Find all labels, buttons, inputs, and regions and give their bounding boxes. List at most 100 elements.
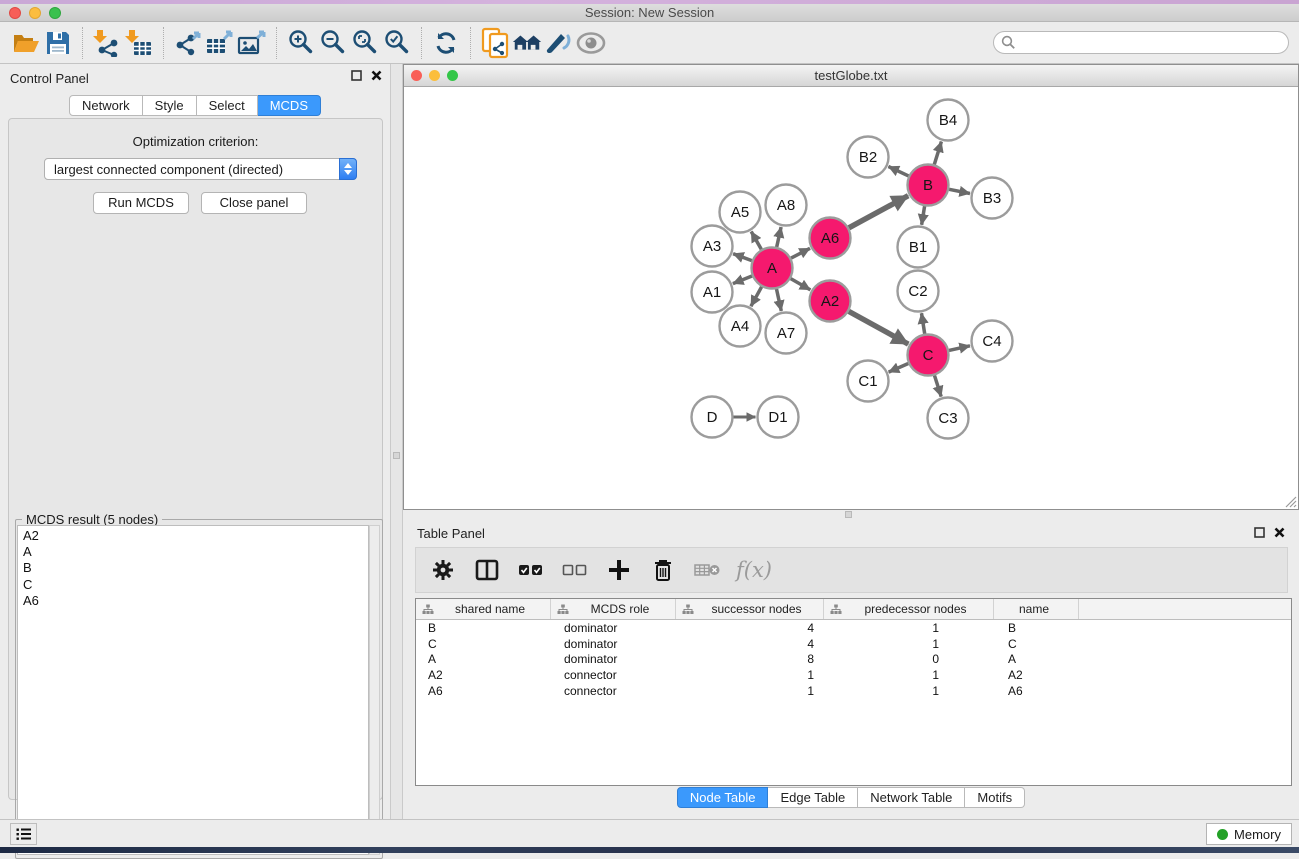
edge-A-A2[interactable] [791,279,811,290]
resize-grip-icon[interactable] [1285,496,1297,508]
column-header-shared-name[interactable]: shared name [416,599,551,619]
node-C2[interactable]: C2 [898,271,939,312]
splitter-handle[interactable] [845,511,852,518]
task-history-button[interactable] [10,823,37,845]
cell-predecessor-nodes[interactable]: 1 [824,684,994,698]
export-image-icon[interactable] [236,27,268,59]
cell-shared-name[interactable]: A6 [416,684,551,698]
float-panel-icon[interactable] [1254,527,1265,538]
table-row[interactable]: Bdominator41B [416,620,1291,636]
result-item-c[interactable]: C [18,577,368,593]
zoom-fit-icon[interactable] [349,27,381,59]
cell-successor-nodes[interactable]: 1 [676,684,824,698]
unselect-all-icon[interactable] [558,553,592,587]
refresh-icon[interactable] [430,27,462,59]
cell-successor-nodes[interactable]: 1 [676,668,824,682]
vertical-splitter[interactable] [390,64,403,819]
node-D1[interactable]: D1 [758,397,799,438]
node-C1[interactable]: C1 [848,361,889,402]
edge-C-C2[interactable] [922,313,925,334]
columns-icon[interactable] [470,553,504,587]
result-item-a2[interactable]: A2 [18,528,368,544]
cell-name[interactable]: B [994,621,1079,635]
cell-predecessor-nodes[interactable]: 1 [824,668,994,682]
node-D[interactable]: D [692,397,733,438]
edge-A-A1[interactable] [733,276,752,284]
export-table-icon[interactable] [204,27,236,59]
node-A5[interactable]: A5 [720,192,761,233]
edge-A2-C[interactable] [849,311,909,344]
horizontal-splitter[interactable] [403,510,1299,520]
edge-A-A5[interactable] [751,232,761,250]
edge-A6-B[interactable] [849,196,908,228]
close-panel-icon[interactable] [371,70,382,81]
node-B1[interactable]: B1 [898,227,939,268]
cell-mcds-role[interactable]: dominator [551,652,676,666]
column-header-name[interactable]: name [994,599,1079,619]
node-A6[interactable]: A6 [810,218,851,259]
result-item-a6[interactable]: A6 [18,593,368,609]
node-C4[interactable]: C4 [972,321,1013,362]
result-scrollbar[interactable] [369,525,380,855]
tab-node-table[interactable]: Node Table [677,787,769,808]
cell-name[interactable]: C [994,637,1079,651]
cell-mcds-role[interactable]: dominator [551,637,676,651]
tab-edge-table[interactable]: Edge Table [768,787,858,808]
zoom-in-icon[interactable] [285,27,317,59]
network-canvas[interactable]: B4B2BB3A8A5A6A3B1AC2A1A2A4A7C4CC1DD1C3 [404,87,1298,509]
column-header-mcds-role[interactable]: MCDS role [551,599,676,619]
table-row[interactable]: A6connector11A6 [416,683,1291,699]
edge-C-C4[interactable] [949,346,970,351]
cell-successor-nodes[interactable]: 4 [676,621,824,635]
edge-B-B4[interactable] [934,142,941,165]
node-C[interactable]: C [908,335,949,376]
float-panel-icon[interactable] [351,70,362,81]
node-A8[interactable]: A8 [766,185,807,226]
save-session-icon[interactable] [42,27,74,59]
result-item-b[interactable]: B [18,560,368,576]
duplicate-network-icon[interactable] [479,27,511,59]
import-network-icon[interactable] [91,27,123,59]
tab-select[interactable]: Select [197,95,258,116]
edge-C-C3[interactable] [935,376,942,397]
delete-table-icon[interactable] [690,553,724,587]
edge-A-A7[interactable] [777,289,782,311]
criterion-select[interactable]: largest connected component (directed) [44,158,357,180]
tab-motifs[interactable]: Motifs [965,787,1025,808]
search-input[interactable] [993,31,1289,54]
node-B[interactable]: B [908,165,949,206]
edge-B-B3[interactable] [949,189,970,193]
homes-icon[interactable] [511,27,543,59]
memory-button[interactable]: Memory [1206,823,1292,845]
edge-C-C1[interactable] [889,364,909,373]
run-mcds-button[interactable]: Run MCDS [93,192,189,214]
cell-shared-name[interactable]: C [416,637,551,651]
tab-network[interactable]: Network [69,95,143,116]
edge-A-A8[interactable] [777,227,781,247]
node-A2[interactable]: A2 [810,281,851,322]
cell-name[interactable]: A6 [994,684,1079,698]
zoom-selected-icon[interactable] [381,27,413,59]
edge-A-A3[interactable] [733,254,752,261]
graphics-details-icon[interactable] [543,27,575,59]
cell-mcds-role[interactable]: connector [551,684,676,698]
import-table-icon[interactable] [123,27,155,59]
birds-eye-icon[interactable] [575,27,607,59]
edge-B-B1[interactable] [922,206,925,225]
edge-A-A6[interactable] [791,248,810,258]
tab-network-table[interactable]: Network Table [858,787,965,808]
result-item-a[interactable]: A [18,544,368,560]
node-C3[interactable]: C3 [928,398,969,439]
node-A4[interactable]: A4 [720,306,761,347]
select-all-icon[interactable] [514,553,548,587]
export-network-icon[interactable] [172,27,204,59]
add-column-icon[interactable] [602,553,636,587]
cell-mcds-role[interactable]: dominator [551,621,676,635]
edge-B-B2[interactable] [888,167,908,176]
edge-A-A4[interactable] [751,287,762,307]
cell-successor-nodes[interactable]: 8 [676,652,824,666]
cell-predecessor-nodes[interactable]: 1 [824,637,994,651]
table-row[interactable]: Adominator80A [416,652,1291,668]
column-header-successor-nodes[interactable]: successor nodes [676,599,824,619]
node-B3[interactable]: B3 [972,178,1013,219]
